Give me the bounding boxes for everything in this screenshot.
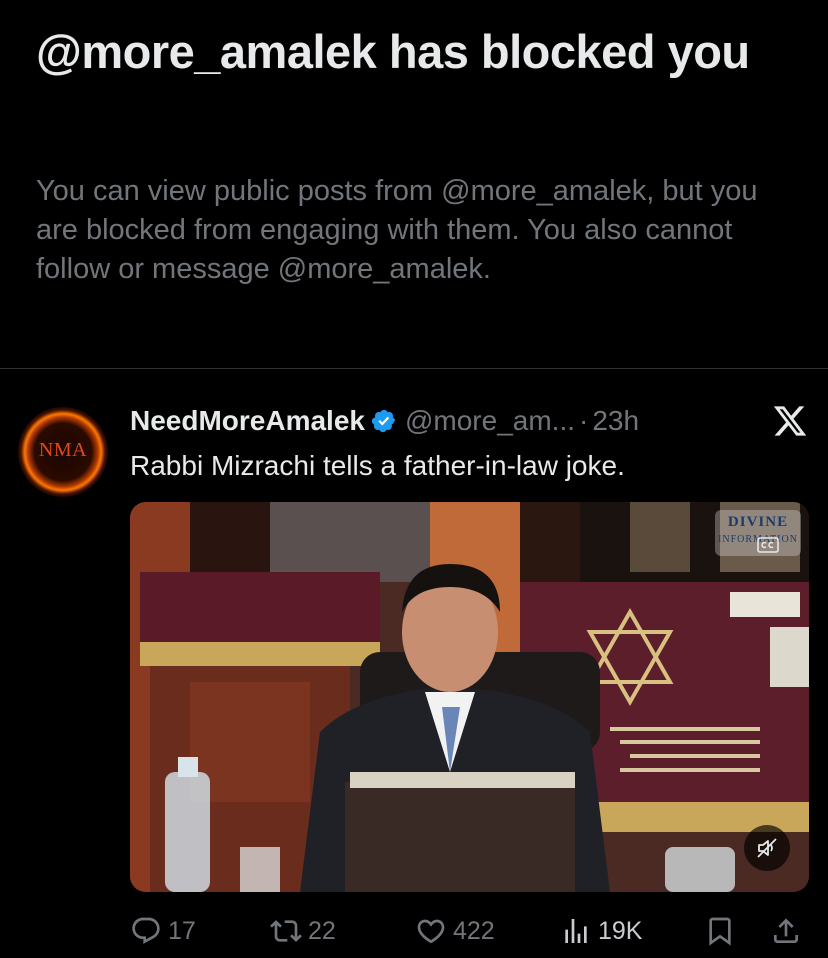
share-icon <box>774 918 798 943</box>
watermark-title: DIVINE <box>727 514 789 530</box>
avatar[interactable]: NMA <box>18 407 108 497</box>
reply-button[interactable]: 17 <box>130 911 196 951</box>
heart-icon <box>417 919 445 944</box>
views-button[interactable]: 19K <box>560 911 642 951</box>
verified-badge-icon <box>371 409 396 433</box>
speaker-muted-icon <box>757 838 777 858</box>
avatar-label: NMA <box>38 439 88 461</box>
separator-dot: · <box>579 405 589 436</box>
captions-icon[interactable] <box>757 537 779 553</box>
x-logo-icon <box>773 406 807 436</box>
tweet-text: Rabbi Mizrachi tells a father-in-law jok… <box>130 450 625 481</box>
mute-button[interactable] <box>744 825 790 871</box>
views-count: 19K <box>598 916 643 945</box>
bookmark-button[interactable] <box>704 911 736 951</box>
like-button[interactable]: 422 <box>415 911 495 951</box>
repost-icon <box>270 920 302 942</box>
tweet-time[interactable]: 23h <box>592 405 639 437</box>
tweet-actions: 17 22 422 19K <box>130 911 810 951</box>
views-chart-icon <box>565 919 587 943</box>
tweet[interactable]: NMA NeedMoreAmalek @more_am... · 23h Rab… <box>0 369 828 958</box>
author-handle[interactable]: @more_am... <box>405 405 575 437</box>
share-button[interactable] <box>770 911 802 951</box>
video-player[interactable]: DIVINE INFORMATION <box>130 502 809 892</box>
repost-count: 22 <box>308 916 336 945</box>
block-description: You can view public posts from @more_ama… <box>36 175 758 285</box>
reply-count: 17 <box>168 916 196 945</box>
repost-button[interactable]: 22 <box>270 911 336 951</box>
tweet-header: NeedMoreAmalek @more_am... · 23h <box>130 403 639 439</box>
video-frame <box>130 502 809 892</box>
bookmark-icon <box>709 917 731 946</box>
block-title: @more_amalek has blocked you <box>36 25 750 78</box>
block-notice: @more_amalek has blocked you You can vie… <box>0 0 828 368</box>
reply-icon <box>132 917 160 944</box>
author-name[interactable]: NeedMoreAmalek <box>130 405 365 437</box>
like-count: 422 <box>453 916 495 945</box>
